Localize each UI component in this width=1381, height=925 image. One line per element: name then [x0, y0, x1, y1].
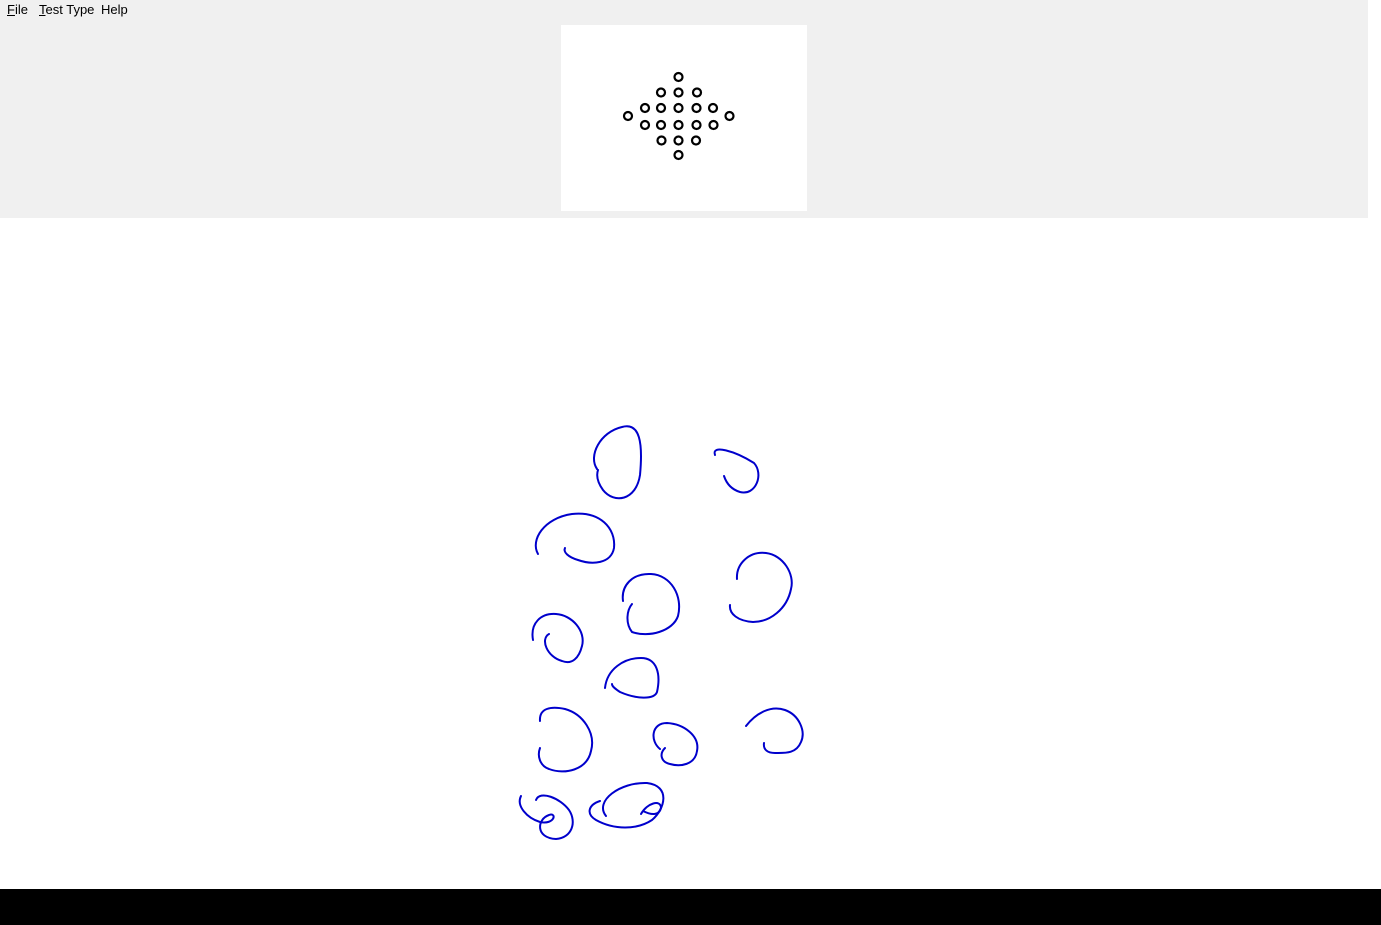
- ink-stroke: [652, 722, 699, 767]
- pattern-dot: [673, 149, 684, 161]
- menu-test-type-label: est Type: [45, 2, 95, 17]
- pattern-dot: [690, 135, 702, 146]
- target-pattern-panel: [561, 25, 807, 211]
- drawing-canvas[interactable]: [0, 218, 1368, 889]
- pattern-dot: [655, 119, 667, 131]
- ink-stroke: [537, 706, 594, 773]
- menu-bar: File Test Type Help: [0, 0, 1368, 20]
- pattern-dot: [707, 102, 719, 114]
- ink-stroke: [604, 657, 660, 699]
- pattern-dot: [673, 102, 684, 114]
- target-pattern: [622, 71, 735, 161]
- pattern-dot: [724, 110, 735, 122]
- ink-stroke: [534, 512, 616, 564]
- ink-stroke: [640, 802, 662, 815]
- pattern-dot: [655, 102, 667, 114]
- ink-stroke: [621, 572, 681, 636]
- menu-help[interactable]: Help: [101, 2, 128, 17]
- ink-stroke: [531, 612, 584, 664]
- pattern-dot: [639, 119, 651, 131]
- ink-stroke: [592, 425, 643, 500]
- ink-stroke: [588, 781, 665, 829]
- pattern-dot: [639, 102, 651, 114]
- ink-stroke: [518, 794, 574, 840]
- pattern-dot: [691, 87, 703, 98]
- menu-help-label: Help: [101, 2, 128, 17]
- menu-file[interactable]: File: [7, 2, 28, 17]
- menu-test-type[interactable]: Test Type: [39, 2, 94, 17]
- pattern-dot: [673, 119, 684, 131]
- ink-stroke: [728, 551, 793, 623]
- pattern-dot: [673, 135, 684, 146]
- window-edge: [1368, 0, 1381, 889]
- pattern-dot: [673, 71, 684, 83]
- pattern-dot: [708, 119, 719, 131]
- pattern-dot: [622, 110, 634, 122]
- ink-layer[interactable]: [0, 218, 1368, 889]
- app-window: File Test Type Help: [0, 0, 1368, 889]
- pattern-dot: [656, 135, 667, 146]
- menu-file-label: ile: [14, 2, 28, 17]
- pattern-dot: [673, 87, 684, 98]
- menu-file-mnemonic: F: [7, 2, 15, 17]
- pattern-dot: [655, 87, 667, 98]
- ink-stroke: [745, 707, 804, 755]
- ink-stroke: [713, 448, 760, 494]
- pattern-dot: [691, 102, 702, 114]
- pattern-dot: [691, 119, 702, 131]
